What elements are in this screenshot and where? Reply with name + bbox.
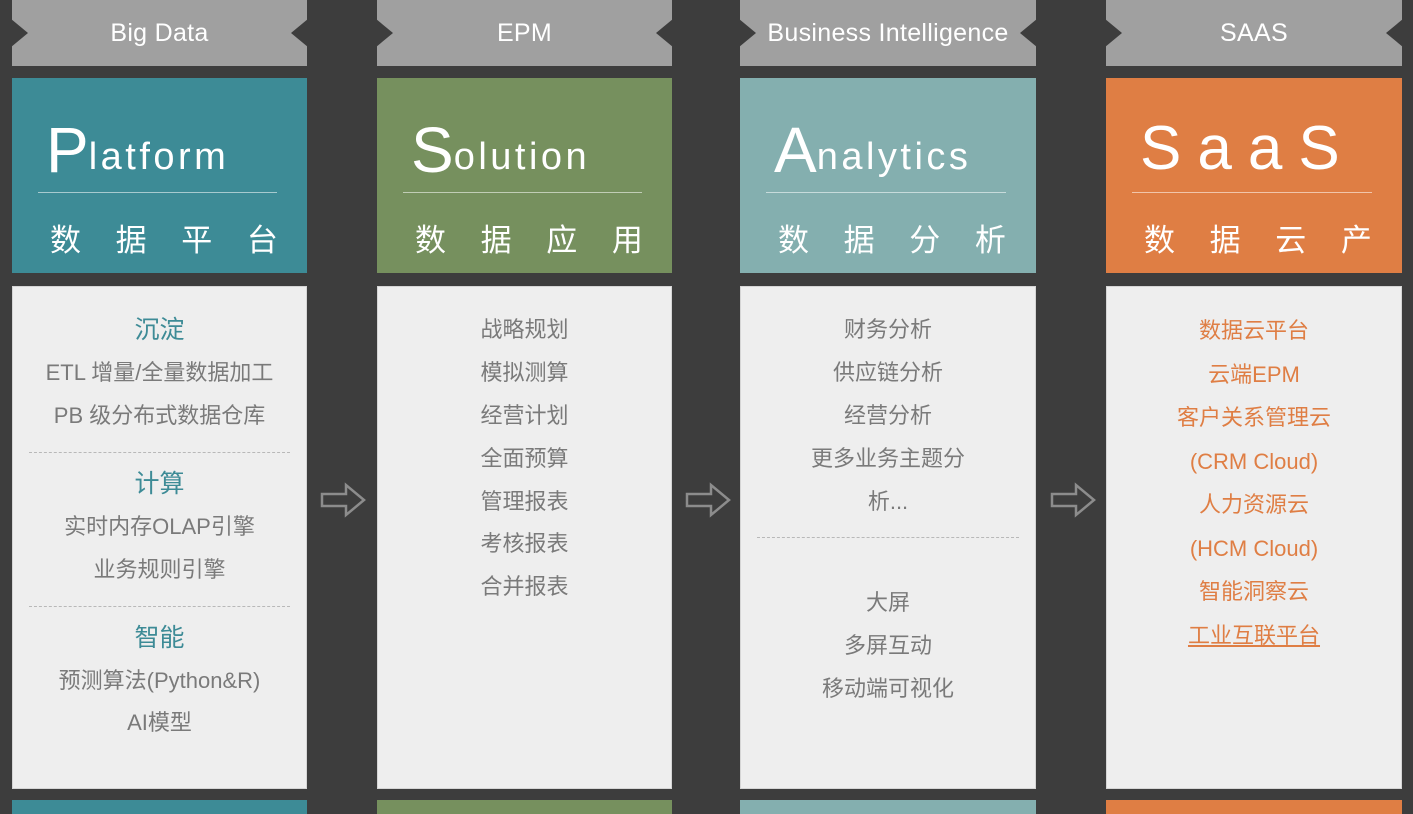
pillar-title-cn: 数 据 平 台 bbox=[50, 222, 291, 258]
pillar-header-block-1: Platform 数 据 平 台 bbox=[12, 78, 307, 273]
pillar-title-initial: S bbox=[1140, 113, 1198, 183]
pillar-header-block-3: Analytics 数 据 分 析 bbox=[740, 78, 1036, 273]
flow-arrow-3 bbox=[1050, 480, 1096, 520]
list-item: 管理报表 bbox=[480, 488, 569, 514]
content-section: 数据云平台云端EPM 客户关系管理云 (CRM Cloud) 人力资源云 (HCM Cl… bbox=[1117, 309, 1391, 657]
pillar-title-initial: P bbox=[46, 113, 89, 186]
pillar-title-en: SaaS bbox=[1106, 92, 1402, 180]
list-item: 经营计划 bbox=[480, 402, 569, 428]
pillar-title-en: Analytics bbox=[740, 92, 1036, 186]
pillar-banner-3[interactable]: Business Intelligence bbox=[740, 0, 1036, 66]
section-heading: 智能 bbox=[134, 623, 185, 652]
list-item: 预测算法(Python&R) bbox=[58, 667, 261, 693]
list-item: 大屏 bbox=[865, 590, 910, 616]
list-item: ETL 增量/全量数据加工 bbox=[45, 360, 274, 385]
content-section: 沉淀 ETL 增量/全量数据加工 PB 级分布式数据仓库 bbox=[23, 309, 296, 438]
list-item: PB 级分布式数据仓库 bbox=[53, 402, 266, 428]
list-item: (CRM Cloud) bbox=[1189, 448, 1319, 474]
pillar-content-panel-4: 数据云平台云端EPM 客户关系管理云 (CRM Cloud) 人力资源云 (HCM Cl… bbox=[1106, 286, 1402, 789]
pillar-title-cn: 数 据 云 产 品 bbox=[1144, 222, 1402, 258]
pillar-title-rule bbox=[38, 191, 277, 193]
pillar-accent-bar-4 bbox=[1106, 800, 1402, 814]
list-item: AI模型 bbox=[127, 710, 192, 736]
pillar-header-block-2: Solution 数 据 应 用 bbox=[377, 78, 672, 273]
pillar-title-cn: 数 据 分 析 bbox=[778, 222, 1019, 258]
pillar-banner-label: Big Data bbox=[110, 18, 209, 47]
pillar-accent-bar-2 bbox=[377, 800, 672, 814]
content-section: 智能预测算法(Python&R) AI模型 bbox=[23, 617, 296, 746]
pillar-column-2: EPM Solution 数 据 应 用战略规划模拟测算经营计划全面预算管理报表考核… bbox=[377, 0, 672, 814]
pillar-title-initial: S bbox=[411, 113, 454, 186]
list-item: 工业互联平台 bbox=[1187, 622, 1320, 648]
pillar-title-en: Platform bbox=[12, 92, 307, 186]
section-heading: 计算 bbox=[134, 469, 185, 498]
list-item: 考核报表 bbox=[480, 531, 569, 557]
pillar-content-panel-3: 财务分析供应链分析经营分析更多业务主题分 析... 大屏多屏互动移动端可视化 bbox=[740, 286, 1036, 789]
section-divider bbox=[29, 605, 290, 607]
list-item: 数据云平台 bbox=[1198, 318, 1309, 343]
pillar-content-panel-2: 战略规划模拟测算经营计划全面预算管理报表考核报表合并报表 bbox=[377, 286, 672, 789]
list-item: 业务规则引擎 bbox=[93, 556, 226, 582]
flow-arrow-2 bbox=[685, 480, 731, 520]
list-item: 客户关系管理云 bbox=[1176, 405, 1331, 431]
list-item: 多屏互动 bbox=[843, 633, 932, 659]
list-item: 析... bbox=[867, 488, 909, 514]
pillar-title-rule bbox=[766, 191, 1006, 193]
pillar-title-rule bbox=[403, 191, 642, 193]
list-item: (HCM Cloud) bbox=[1189, 535, 1319, 561]
section-heading: 沉淀 bbox=[134, 316, 185, 344]
pillar-title-cn: 数 据 应 用 bbox=[415, 222, 656, 258]
list-item: 财务分析 bbox=[843, 317, 932, 342]
list-item: 经营分析 bbox=[843, 402, 932, 428]
pillar-title-initial: A bbox=[774, 113, 817, 186]
pillar-banner-1[interactable]: Big Data bbox=[12, 0, 307, 66]
pillar-banner-label: EPM bbox=[496, 18, 553, 47]
content-section: 战略规划模拟测算经营计划全面预算管理报表考核报表合并报表 bbox=[388, 309, 661, 609]
content-section: 计算实时内存OLAP引擎 业务规则引擎 bbox=[23, 463, 296, 592]
pillar-column-3: Business Intelligence Analytics 数 据 分 析财务分… bbox=[740, 0, 1036, 814]
flow-arrow-1 bbox=[320, 480, 366, 520]
pillar-accent-bar-3 bbox=[740, 800, 1036, 814]
list-item: 全面预算 bbox=[480, 445, 569, 471]
pillar-title-rest: latform bbox=[88, 135, 230, 178]
pillar-column-4: SAAS SaaS 数 据 云 产 品数据云平台云端EPM 客户关系管理云 (CRM C… bbox=[1106, 0, 1402, 814]
pillar-banner-2[interactable]: EPM bbox=[377, 0, 672, 66]
pillar-banner-4[interactable]: SAAS bbox=[1106, 0, 1402, 66]
pillar-banner-label: Business Intelligence bbox=[767, 18, 1009, 47]
list-item: 供应链分析 bbox=[832, 359, 943, 385]
diagram-board: Big Data Platform 数 据 平 台沉淀 ETL 增量/全量数据加工 PB… bbox=[0, 0, 1413, 814]
content-section: 大屏多屏互动移动端可视化 bbox=[751, 582, 1025, 711]
pillar-banner-label: SAAS bbox=[1220, 18, 1288, 47]
section-divider bbox=[29, 451, 290, 453]
list-item: 实时内存OLAP引擎 bbox=[64, 513, 255, 539]
pillar-title-rest: olution bbox=[453, 135, 591, 178]
list-item: 战略规划 bbox=[480, 317, 569, 342]
list-item: 更多业务主题分 bbox=[810, 445, 965, 471]
list-item: 人力资源云 bbox=[1198, 492, 1309, 518]
pillar-title-en: Solution bbox=[377, 92, 672, 186]
section-divider bbox=[757, 537, 1019, 539]
pillar-column-1: Big Data Platform 数 据 平 台沉淀 ETL 增量/全量数据加工 PB… bbox=[12, 0, 307, 814]
pillar-title-rule bbox=[1132, 191, 1372, 193]
pillar-title-rest: aaS bbox=[1197, 113, 1356, 183]
list-item: 智能洞察云 bbox=[1198, 579, 1309, 605]
list-item: 云端EPM bbox=[1208, 361, 1300, 387]
list-item: 模拟测算 bbox=[480, 359, 569, 385]
pillar-accent-bar-1 bbox=[12, 800, 307, 814]
pillar-header-block-4: SaaS 数 据 云 产 品 bbox=[1106, 78, 1402, 273]
pillar-title-rest: nalytics bbox=[816, 135, 972, 178]
pillar-content-panel-1: 沉淀 ETL 增量/全量数据加工 PB 级分布式数据仓库 计算实时内存OLAP引擎 业务… bbox=[12, 286, 307, 789]
content-section: 财务分析供应链分析经营分析更多业务主题分 析... bbox=[751, 309, 1025, 523]
list-item: 移动端可视化 bbox=[821, 676, 954, 702]
list-item: 合并报表 bbox=[480, 574, 569, 600]
